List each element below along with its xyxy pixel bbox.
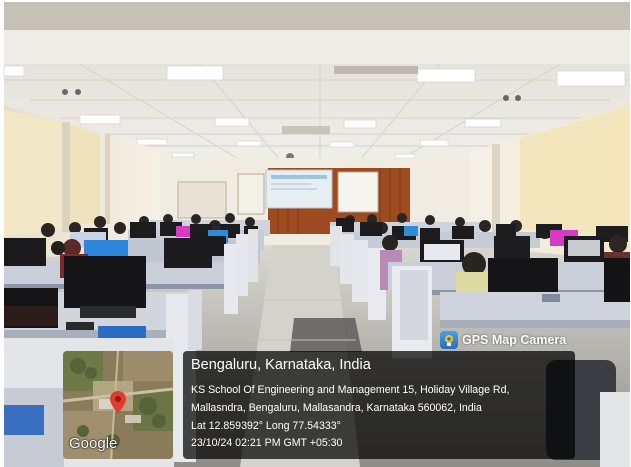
gps-app-name: GPS Map Camera — [462, 333, 567, 347]
gps-app-badge: GPS Map Camera — [440, 330, 630, 350]
address-line-1: KS School Of Engineering and Management … — [191, 384, 510, 396]
address-line-2: Mallasndra, Bengaluru, Mallasandra, Karn… — [191, 402, 482, 414]
photo-frame: Google GPS Map Camera Bengaluru, Karnata… — [0, 0, 631, 467]
google-map-brand: Google — [69, 435, 118, 452]
timestamp-text: 23/10/24 02:21 PM GMT +05:30 — [191, 437, 343, 449]
camera-icon — [440, 331, 458, 349]
location-info-panel: Bengaluru, Karnataka, India KS School Of… — [183, 351, 575, 459]
map-thumbnail: Google — [63, 351, 173, 459]
location-title: Bengaluru, Karnataka, India — [191, 357, 371, 373]
coordinates-text: Lat 12.859392° Long 77.54333° — [191, 420, 341, 432]
